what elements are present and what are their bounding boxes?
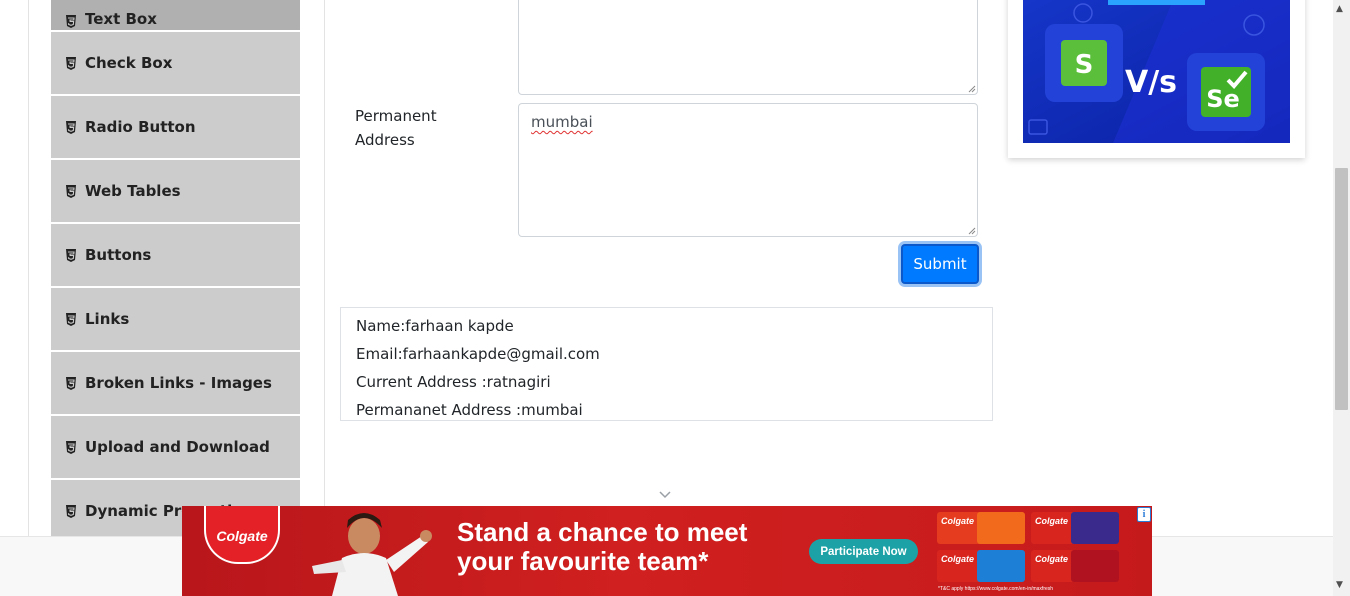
svg-text:Colgate: Colgate [941,554,974,564]
output-current-address: Current Address :ratnagiri [356,373,551,391]
html5-icon [65,312,77,326]
output-email: Email:farhaankapde@gmail.com [356,345,600,363]
participate-now-button[interactable]: Participate Now [809,539,918,564]
sidebar-item-broken-links[interactable]: Broken Links - Images [51,352,300,414]
current-address-textarea[interactable] [518,0,978,95]
scroll-down-arrow-icon[interactable]: ▼ [1336,580,1343,590]
svg-text:Colgate: Colgate [1035,554,1068,564]
html5-icon [65,184,77,198]
permanent-address-label: Permanent Address [355,107,437,149]
html5-icon [65,56,77,70]
svg-text:S: S [1075,50,1094,80]
resize-handle-icon[interactable] [968,227,976,235]
resize-handle-icon[interactable] [968,85,976,93]
page: Text Box Check Box Radio Button Web Tabl… [0,0,1350,596]
scroll-thumb[interactable] [1335,168,1348,410]
sidebar-menu: Text Box Check Box Radio Button Web Tabl… [51,0,300,544]
permanent-address-value: mumbai [531,113,593,131]
output-box: Name:farhaan kapde Email:farhaankapde@gm… [340,307,993,421]
headline-line-1: Stand a chance to meet [457,517,748,547]
output-permanent-address: Permananet Address :mumbai [356,401,583,419]
terms-text: *T&C apply https://www.colgate.com/en-in… [938,586,1054,592]
banner-ad[interactable]: Colgate Stand a chance to meet your favo… [182,506,1152,596]
sidebar-item-label: Text Box [85,10,157,28]
svg-text:Colgate: Colgate [1035,516,1068,526]
sidebar-item-buttons[interactable]: Buttons [51,224,300,286]
toothpaste-products-image: Colgate Colgate Colgate Colgate [937,512,1119,582]
sidebar-item-upload-download[interactable]: Upload and Download [51,416,300,478]
side-ad-card[interactable]: S V/s Se [1008,0,1305,158]
chevron-down-icon[interactable] [658,490,672,500]
svg-text:Se: Se [1206,85,1240,113]
html5-icon [65,15,77,28]
output-name: Name:farhaan kapde [356,317,514,335]
sidebar-item-label: Buttons [85,246,152,264]
brand-text: Colgate [216,528,268,544]
left-divider [28,0,29,536]
svg-text:Colgate: Colgate [941,516,974,526]
sidebar-item-web-tables[interactable]: Web Tables [51,160,300,222]
sidebar-item-label: Broken Links - Images [85,374,272,392]
sidebar-item-label: Check Box [85,54,173,72]
info-icon[interactable]: i [1137,507,1151,522]
sidebar-item-links[interactable]: Links [51,288,300,350]
colgate-logo: Colgate [204,506,280,564]
html5-icon [65,248,77,262]
headline-line-2: your favourite team* [457,546,709,576]
sidebar-item-label: Web Tables [85,182,181,200]
html5-icon [65,120,77,134]
sidebar-item-label: Upload and Download [85,438,270,456]
side-ad-image[interactable]: S V/s Se [1023,0,1290,143]
scroll-up-arrow-icon[interactable]: ▲ [1336,4,1343,14]
scrollbar[interactable]: ▲ ▼ [1333,0,1350,596]
main-divider [324,0,325,536]
sidebar-item-check-box[interactable]: Check Box [51,32,300,94]
banner-headline: Stand a chance to meet your favourite te… [457,518,747,576]
submit-button[interactable]: Submit [901,244,979,284]
html5-icon [65,376,77,390]
html5-icon [65,440,77,454]
vs-text: V/s [1125,65,1177,100]
sidebar-item-radio-button[interactable]: Radio Button [51,96,300,158]
promo-person-image [312,513,432,596]
sidebar-item-text-box[interactable]: Text Box [51,0,300,30]
html5-icon [65,504,77,518]
sidebar-item-label: Radio Button [85,118,196,136]
sidebar-item-label: Links [85,310,130,328]
